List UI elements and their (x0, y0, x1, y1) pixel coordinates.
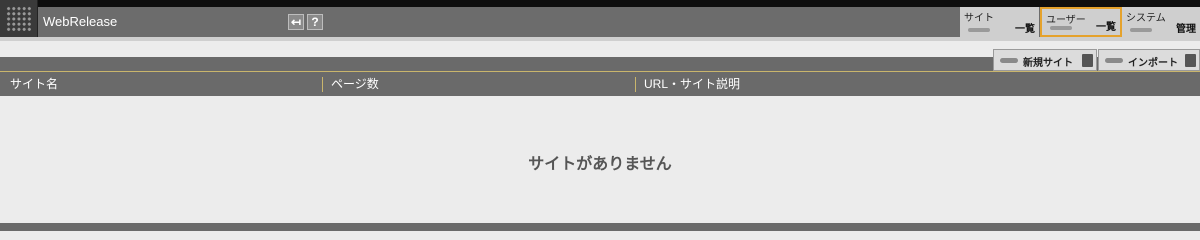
column-divider[interactable] (635, 77, 636, 92)
column-header-page-count[interactable]: ページ数 (331, 75, 379, 92)
cylinder-icon (1185, 54, 1196, 67)
grid-dots-icon (6, 6, 32, 32)
button-pill-icon (1000, 58, 1018, 63)
column-divider[interactable] (322, 77, 323, 92)
nav-indicator-icon (1050, 26, 1072, 30)
import-label: インポート (1128, 58, 1178, 69)
new-site-button[interactable]: 新規サイト (993, 49, 1097, 71)
nav-site-list[interactable]: サイト 一覧 (960, 7, 1039, 37)
footer-bar (0, 223, 1200, 231)
nav-indicator-icon (1130, 28, 1152, 32)
nav-category-label: サイト (964, 13, 994, 24)
column-header-site-name[interactable]: サイト名 (10, 75, 58, 92)
nav-user-list[interactable]: ユーザー 一覧 (1040, 7, 1122, 37)
nav-category-label: ユーザー (1046, 15, 1086, 26)
nav-action-label: 一覧 (1096, 22, 1116, 33)
import-button[interactable]: インポート (1098, 49, 1200, 71)
help-icon: ? (311, 15, 319, 29)
help-button[interactable]: ? (307, 14, 323, 30)
table-header: サイト名 ページ数 URL・サイト説明 (0, 71, 1200, 96)
app-window: WebRelease ↤ ? サイト 一覧 ユーザー 一覧 システム 管理 新規… (0, 0, 1200, 231)
nav-indicator-icon (968, 28, 990, 32)
app-logo[interactable] (0, 0, 38, 37)
back-button[interactable]: ↤ (288, 14, 304, 30)
header-substrip (0, 37, 1200, 41)
top-strip (0, 0, 1200, 7)
cube-icon (1082, 54, 1093, 67)
empty-state-message: サイトがありません (528, 154, 672, 173)
table-body: サイトがありません (0, 96, 1200, 223)
toolbar: 新規サイト インポート (0, 49, 1200, 71)
button-pill-icon (1105, 58, 1123, 63)
nav-action-label: 管理 (1176, 24, 1196, 35)
app-title: WebRelease (43, 14, 118, 29)
nav-action-label: 一覧 (1015, 24, 1035, 35)
nav-category-label: システム (1126, 13, 1166, 24)
new-site-label: 新規サイト (1023, 58, 1073, 69)
title-tab: WebRelease (38, 7, 240, 37)
back-arrow-icon: ↤ (290, 15, 302, 29)
column-header-url-description[interactable]: URL・サイト説明 (644, 75, 740, 92)
nav-system-admin[interactable]: システム 管理 (1122, 7, 1200, 37)
